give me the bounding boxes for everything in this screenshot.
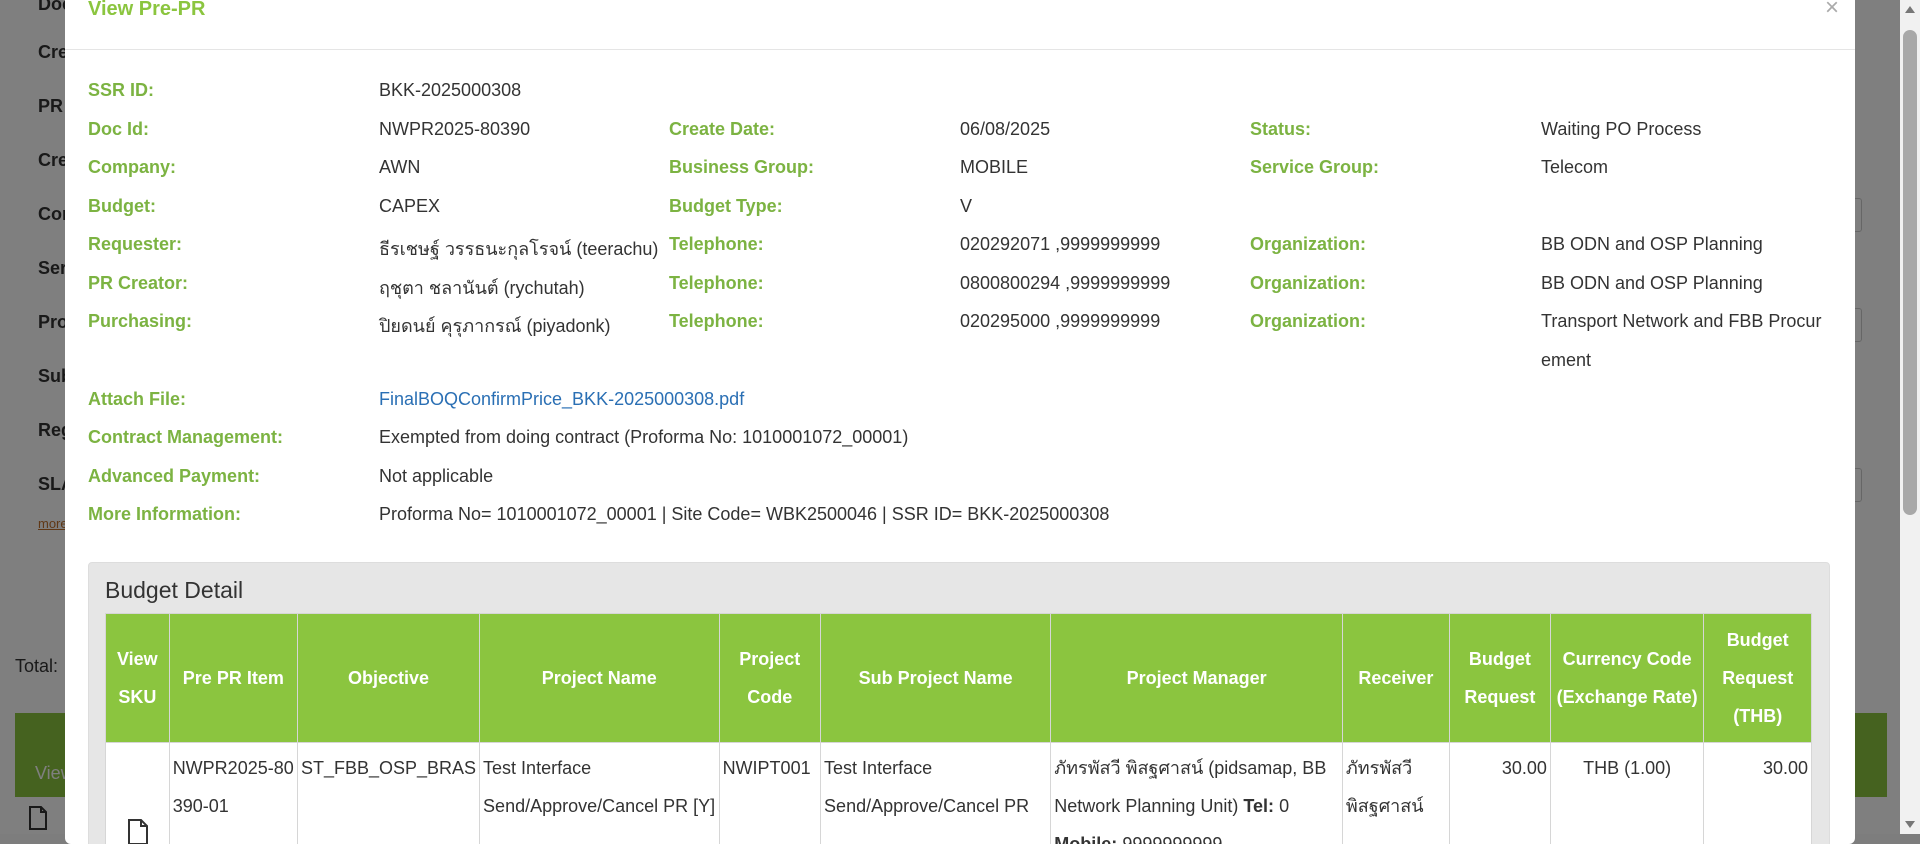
objective-cell: ST_FBB_OSP_BRAS (297, 743, 479, 844)
advanced-payment-value: Not applicable (379, 466, 493, 487)
company-value: AWN (379, 157, 420, 178)
col-header-sub-project-name: Sub Project Name (821, 614, 1051, 743)
modal-header: View Pre-PR × (65, 0, 1855, 50)
purchasing-telephone-label: Telephone: (669, 311, 764, 332)
currency-cell: THB (1.00) (1550, 743, 1704, 844)
ssr-id-label: SSR ID: (88, 80, 154, 101)
col-header-project-manager: Project Manager (1051, 614, 1343, 743)
contract-management-value: Exempted from doing contract (Proforma N… (379, 427, 908, 448)
requester-label: Requester: (88, 234, 182, 255)
sub-project-name-cell: Test Interface Send/Approve/Cancel PR (821, 743, 1051, 844)
more-information-label: More Information: (88, 504, 241, 525)
table-header-row: View SKU Pre PR Item Objective Project N… (106, 614, 1812, 743)
col-header-view-sku: View SKU (106, 614, 170, 743)
budget-type-value: V (960, 196, 972, 217)
requester-telephone-label: Telephone: (669, 234, 764, 255)
col-header-currency-code: Currency Code (Exchange Rate) (1550, 614, 1704, 743)
purchasing-organization-label: Organization: (1250, 311, 1366, 332)
scroll-down-arrow-icon[interactable] (1905, 821, 1915, 828)
budget-detail-table-wrapper[interactable]: View SKU Pre PR Item Objective Project N… (105, 613, 1812, 844)
budget-label: Budget: (88, 196, 156, 217)
doc-id-value: NWPR2025-80390 (379, 119, 530, 140)
budget-request-thb-cell: 30.00 (1704, 743, 1812, 844)
budget-type-label: Budget Type: (669, 196, 783, 217)
view-sku-cell (106, 743, 170, 844)
requester-value: ธีรเชษฐ์ วรรธนะกุลโรจน์ (teerachu) (379, 234, 658, 263)
advanced-payment-label: Advanced Payment: (88, 466, 260, 487)
close-icon[interactable]: × (1825, 0, 1839, 22)
table-row: NWPR2025-80390-01 ST_FBB_OSP_BRAS Test I… (106, 743, 1812, 844)
budget-detail-title: Budget Detail (105, 577, 243, 604)
requester-organization-value: BB ODN and OSP Planning (1541, 234, 1831, 255)
create-date-value: 06/08/2025 (960, 119, 1050, 140)
requester-organization-label: Organization: (1250, 234, 1366, 255)
col-header-pre-pr-item: Pre PR Item (169, 614, 297, 743)
purchasing-label: Purchasing: (88, 311, 192, 332)
more-information-value: Proforma No= 1010001072_00001 | Site Cod… (379, 504, 1109, 525)
pr-creator-telephone-value: 0800800294 ,9999999999 (960, 273, 1170, 294)
budget-detail-table: View SKU Pre PR Item Objective Project N… (105, 613, 1812, 844)
project-name-cell: Test Interface Send/Approve/Cancel PR [Y… (480, 743, 720, 844)
project-manager-tel-label: Tel: (1243, 796, 1274, 816)
col-header-project-name: Project Name (480, 614, 720, 743)
col-header-project-code: Project Code (719, 614, 820, 743)
receiver-cell: ภัทรพัสวี พิสฐศาสน์ (1342, 743, 1449, 844)
attach-file-link[interactable]: FinalBOQConfirmPrice_BKK-2025000308.pdf (379, 389, 744, 410)
status-value: Waiting PO Process (1541, 119, 1831, 140)
pr-creator-organization-value: BB ODN and OSP Planning (1541, 273, 1831, 294)
purchasing-organization-value-line2: ement (1541, 350, 1831, 371)
col-header-budget-request: Budget Request (1449, 614, 1550, 743)
page-scrollbar-thumb[interactable] (1903, 30, 1917, 515)
business-group-value: MOBILE (960, 157, 1028, 178)
project-manager-cell: ภัทรพัสวี พิสฐศาสน์ (pidsamap, BB Networ… (1051, 743, 1343, 844)
project-code-cell: NWIPT001 (719, 743, 820, 844)
ssr-id-value: BKK-2025000308 (379, 80, 521, 101)
view-pre-pr-modal: View Pre-PR × SSR ID: BKK-2025000308 Doc… (65, 0, 1855, 844)
modal-title: View Pre-PR (88, 0, 205, 21)
purchasing-value: ปิยดนย์ คุรุภากรณ์ (piyadonk) (379, 311, 611, 340)
service-group-value: Telecom (1541, 157, 1831, 178)
requester-telephone-value: 020292071 ,9999999999 (960, 234, 1160, 255)
col-header-receiver: Receiver (1342, 614, 1449, 743)
pr-creator-telephone-label: Telephone: (669, 273, 764, 294)
project-manager-mobile-value: 9999999999 (1122, 834, 1222, 844)
pr-creator-organization-label: Organization: (1250, 273, 1366, 294)
col-header-budget-request-thb: Budget Request (THB) (1704, 614, 1812, 743)
scroll-up-arrow-icon[interactable] (1905, 6, 1915, 13)
project-manager-tel-value: 0 (1279, 796, 1289, 816)
project-manager-mobile-label: Mobile: (1054, 834, 1117, 844)
budget-detail-panel: Budget Detail View SKU Pre PR Item Objec… (88, 562, 1830, 844)
budget-request-cell: 30.00 (1449, 743, 1550, 844)
budget-value: CAPEX (379, 196, 440, 217)
service-group-label: Service Group: (1250, 157, 1379, 178)
purchasing-organization-value-line1: Transport Network and FBB Procur (1541, 311, 1831, 332)
col-header-objective: Objective (297, 614, 479, 743)
create-date-label: Create Date: (669, 119, 775, 140)
document-icon[interactable] (127, 819, 149, 844)
attach-file-label: Attach File: (88, 389, 186, 410)
contract-management-label: Contract Management: (88, 427, 283, 448)
page-scrollbar[interactable] (1900, 0, 1920, 834)
pre-pr-item-cell: NWPR2025-80390-01 (169, 743, 297, 844)
purchasing-telephone-value: 020295000 ,9999999999 (960, 311, 1160, 332)
pr-creator-value: ฤชุตา ชลานันต์ (rychutah) (379, 273, 585, 302)
business-group-label: Business Group: (669, 157, 814, 178)
status-label: Status: (1250, 119, 1311, 140)
doc-id-label: Doc Id: (88, 119, 149, 140)
pr-creator-label: PR Creator: (88, 273, 188, 294)
company-label: Company: (88, 157, 176, 178)
